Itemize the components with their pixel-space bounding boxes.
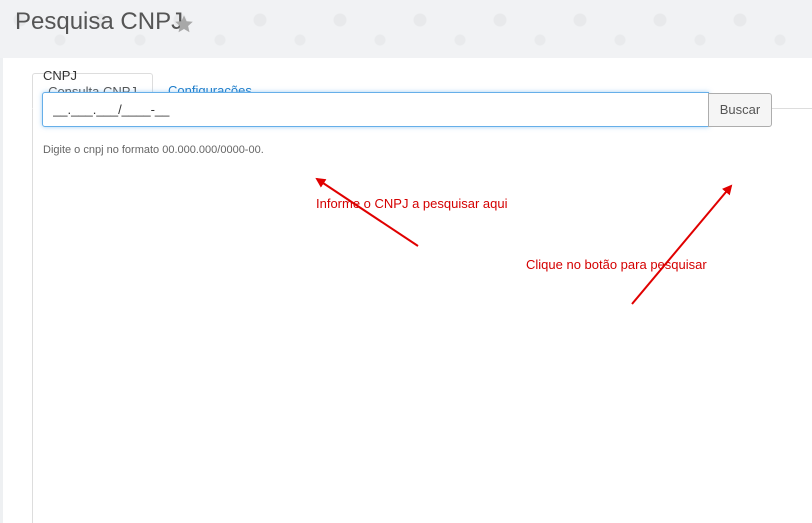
- search-button[interactable]: Buscar: [708, 93, 772, 127]
- annotation-button-hint: Clique no botão para pesquisar: [526, 257, 707, 272]
- cnpj-label: CNPJ: [43, 68, 77, 83]
- page-header: Pesquisa CNPJ: [0, 0, 812, 58]
- tab-content-border: [32, 109, 33, 523]
- page-title: Pesquisa CNPJ: [15, 8, 184, 35]
- help-text: Digite o cnpj no formato 00.000.000/0000…: [43, 144, 264, 156]
- cnpj-input[interactable]: [42, 92, 709, 127]
- annotation-input-hint: Informe o CNPJ a pesquisar aqui: [316, 196, 508, 211]
- star-icon[interactable]: [174, 14, 194, 34]
- main-panel: Consulta CNPJ Configurações: [3, 58, 812, 523]
